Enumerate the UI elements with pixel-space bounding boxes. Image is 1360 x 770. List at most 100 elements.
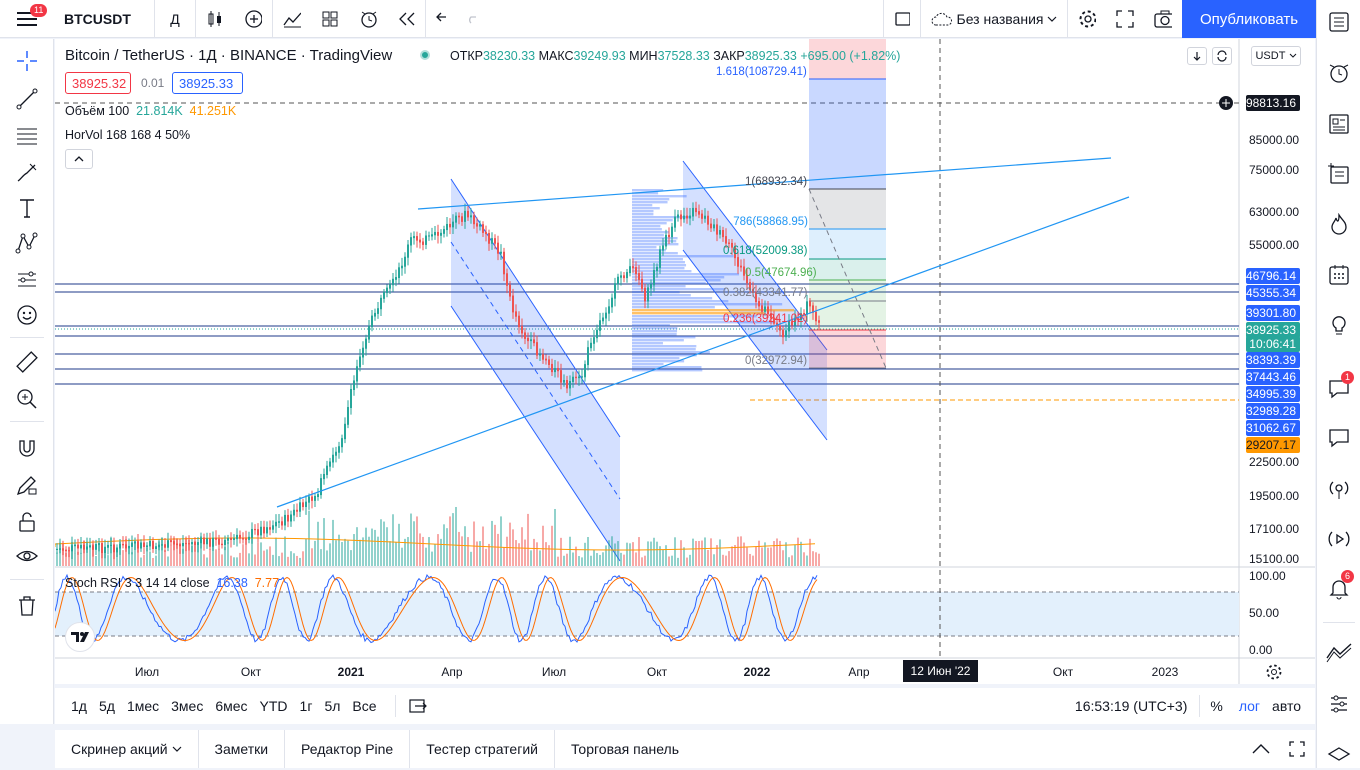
panel-maximize-button[interactable]: [1279, 741, 1315, 757]
economic-calendar-button[interactable]: [1325, 261, 1353, 289]
tab-strategy-tester[interactable]: Тестер стратегий: [410, 730, 555, 768]
range-5d[interactable]: 5д: [93, 698, 121, 714]
magnet-icon: [19, 440, 35, 457]
range-3m[interactable]: 3мес: [165, 698, 209, 714]
chart-pane[interactable]: Bitcoin / TetherUS · 1Д · BINANCE · Trad…: [55, 39, 1315, 684]
range-1y[interactable]: 1г: [294, 698, 319, 714]
range-all[interactable]: Все: [346, 698, 382, 714]
spread: 0.01: [141, 76, 165, 90]
templates-button[interactable]: [311, 0, 349, 38]
symbol-search-button[interactable]: BTCUSDT: [54, 0, 154, 38]
interval-button[interactable]: Д: [155, 0, 195, 38]
time-axis-label: Окт: [240, 665, 262, 679]
stay-drawing-tool[interactable]: [13, 471, 41, 499]
fib-extension-zone: [809, 79, 886, 189]
publish-button[interactable]: Опубликовать: [1182, 0, 1316, 38]
price-tick: 17100.00: [1249, 522, 1300, 536]
gear-icon: [1266, 664, 1282, 680]
main-menu-button[interactable]: 11: [0, 0, 54, 38]
log-toggle[interactable]: лог: [1233, 698, 1266, 714]
time-axis-label: 2023: [1151, 665, 1179, 679]
undo-button[interactable]: [426, 0, 456, 38]
delete-tool[interactable]: [13, 592, 41, 620]
clock-time[interactable]: 16:53:19 (UTC+3): [1063, 698, 1199, 714]
panel-collapse-button[interactable]: [1243, 744, 1279, 754]
watchlist-button[interactable]: [1325, 8, 1353, 36]
alert-button[interactable]: [349, 0, 387, 38]
price-tick: 63000.00: [1249, 205, 1300, 219]
timezone-settings-button[interactable]: [1265, 663, 1285, 683]
emoji-tool[interactable]: [13, 301, 41, 329]
replay-button[interactable]: [387, 0, 425, 38]
settings-button[interactable]: [1068, 0, 1106, 38]
text-icon: [20, 199, 34, 218]
trading-button[interactable]: [1325, 638, 1353, 666]
percent-toggle[interactable]: %: [1200, 698, 1232, 714]
object-tree-button[interactable]: [1325, 690, 1353, 718]
fib-lines-icon: [17, 128, 37, 145]
fullscreen-layout-button[interactable]: [884, 0, 920, 38]
bid-price[interactable]: 38925.32: [65, 72, 131, 94]
chart-type-button[interactable]: [196, 0, 234, 38]
plus-list-icon: [1328, 163, 1349, 184]
snapshot-button[interactable]: [1144, 0, 1182, 38]
prediction-tool[interactable]: [13, 266, 41, 294]
layers-button[interactable]: [1325, 742, 1353, 770]
tab-pine-editor[interactable]: Редактор Pine: [285, 730, 411, 768]
tab-screener[interactable]: Скринер акций: [55, 730, 199, 768]
ideas-button[interactable]: [1325, 312, 1353, 340]
cloud-icon: [931, 12, 952, 25]
range-ytd[interactable]: YTD: [254, 698, 294, 714]
crosshair-tool[interactable]: [13, 47, 41, 75]
goto-date-button[interactable]: [408, 698, 428, 714]
price-label: 32989.28: [1246, 403, 1300, 419]
notifications-button[interactable]: 6: [1325, 570, 1355, 602]
chevron-down-icon: [1047, 16, 1057, 22]
scroll-down-button[interactable]: [1187, 47, 1207, 65]
calendar-list-button[interactable]: [1325, 160, 1353, 188]
ruler-tool[interactable]: [13, 348, 41, 376]
stoch-tick: 0.00: [1249, 643, 1273, 657]
fib-tool[interactable]: [13, 122, 41, 150]
fullscreen-button[interactable]: [1106, 0, 1144, 38]
hotlists-button[interactable]: [1325, 211, 1353, 239]
visibility-tool[interactable]: [13, 542, 41, 570]
compare-button[interactable]: [234, 0, 272, 38]
data-window-button[interactable]: [1325, 110, 1353, 138]
range-1m[interactable]: 1мес: [121, 698, 165, 714]
grid-icon: [322, 11, 338, 26]
chevron-down-icon: [1289, 53, 1296, 58]
tab-notes[interactable]: Заметки: [199, 730, 286, 768]
price-label: 10:06:41: [1246, 336, 1300, 352]
indicators-button[interactable]: [273, 0, 311, 38]
private-chats-button[interactable]: [1325, 424, 1353, 452]
layout-name-button[interactable]: Без названия: [921, 0, 1067, 38]
stoch-tick: 100.00: [1249, 569, 1286, 583]
trend-line-tool[interactable]: [13, 85, 41, 113]
range-5y[interactable]: 5л: [318, 698, 346, 714]
live-button[interactable]: [1325, 525, 1353, 553]
currency-button[interactable]: USDT: [1251, 46, 1301, 66]
zoom-tool[interactable]: [13, 385, 41, 413]
pattern-tool[interactable]: [13, 229, 41, 257]
range-1d[interactable]: 1д: [65, 698, 93, 714]
ask-price[interactable]: 38925.33: [172, 72, 243, 94]
chevron-up-icon: [74, 156, 84, 162]
stoch-tick: 50.00: [1249, 606, 1280, 620]
streams-button[interactable]: [1325, 475, 1353, 503]
redo-button[interactable]: [456, 0, 486, 38]
alerts-panel-button[interactable]: [1325, 59, 1353, 87]
auto-toggle[interactable]: авто: [1266, 698, 1315, 714]
brush-tool[interactable]: [13, 159, 41, 187]
price-tick: 15100.00: [1249, 552, 1300, 566]
magnet-tool[interactable]: [13, 435, 41, 463]
lock-tool[interactable]: [13, 508, 41, 536]
reset-scale-button[interactable]: [1212, 47, 1232, 65]
collapse-legend-button[interactable]: [65, 149, 93, 169]
alerts-badge: 6: [1341, 570, 1355, 583]
tab-trading-panel[interactable]: Торговая панель: [555, 730, 695, 768]
text-tool[interactable]: [13, 194, 41, 222]
ohlc-legend: ОТКР38230.33 МАКС39249.93 МИН37528.33 ЗА…: [450, 49, 901, 63]
range-6m[interactable]: 6мес: [209, 698, 253, 714]
chat-button[interactable]: 1: [1325, 371, 1355, 403]
